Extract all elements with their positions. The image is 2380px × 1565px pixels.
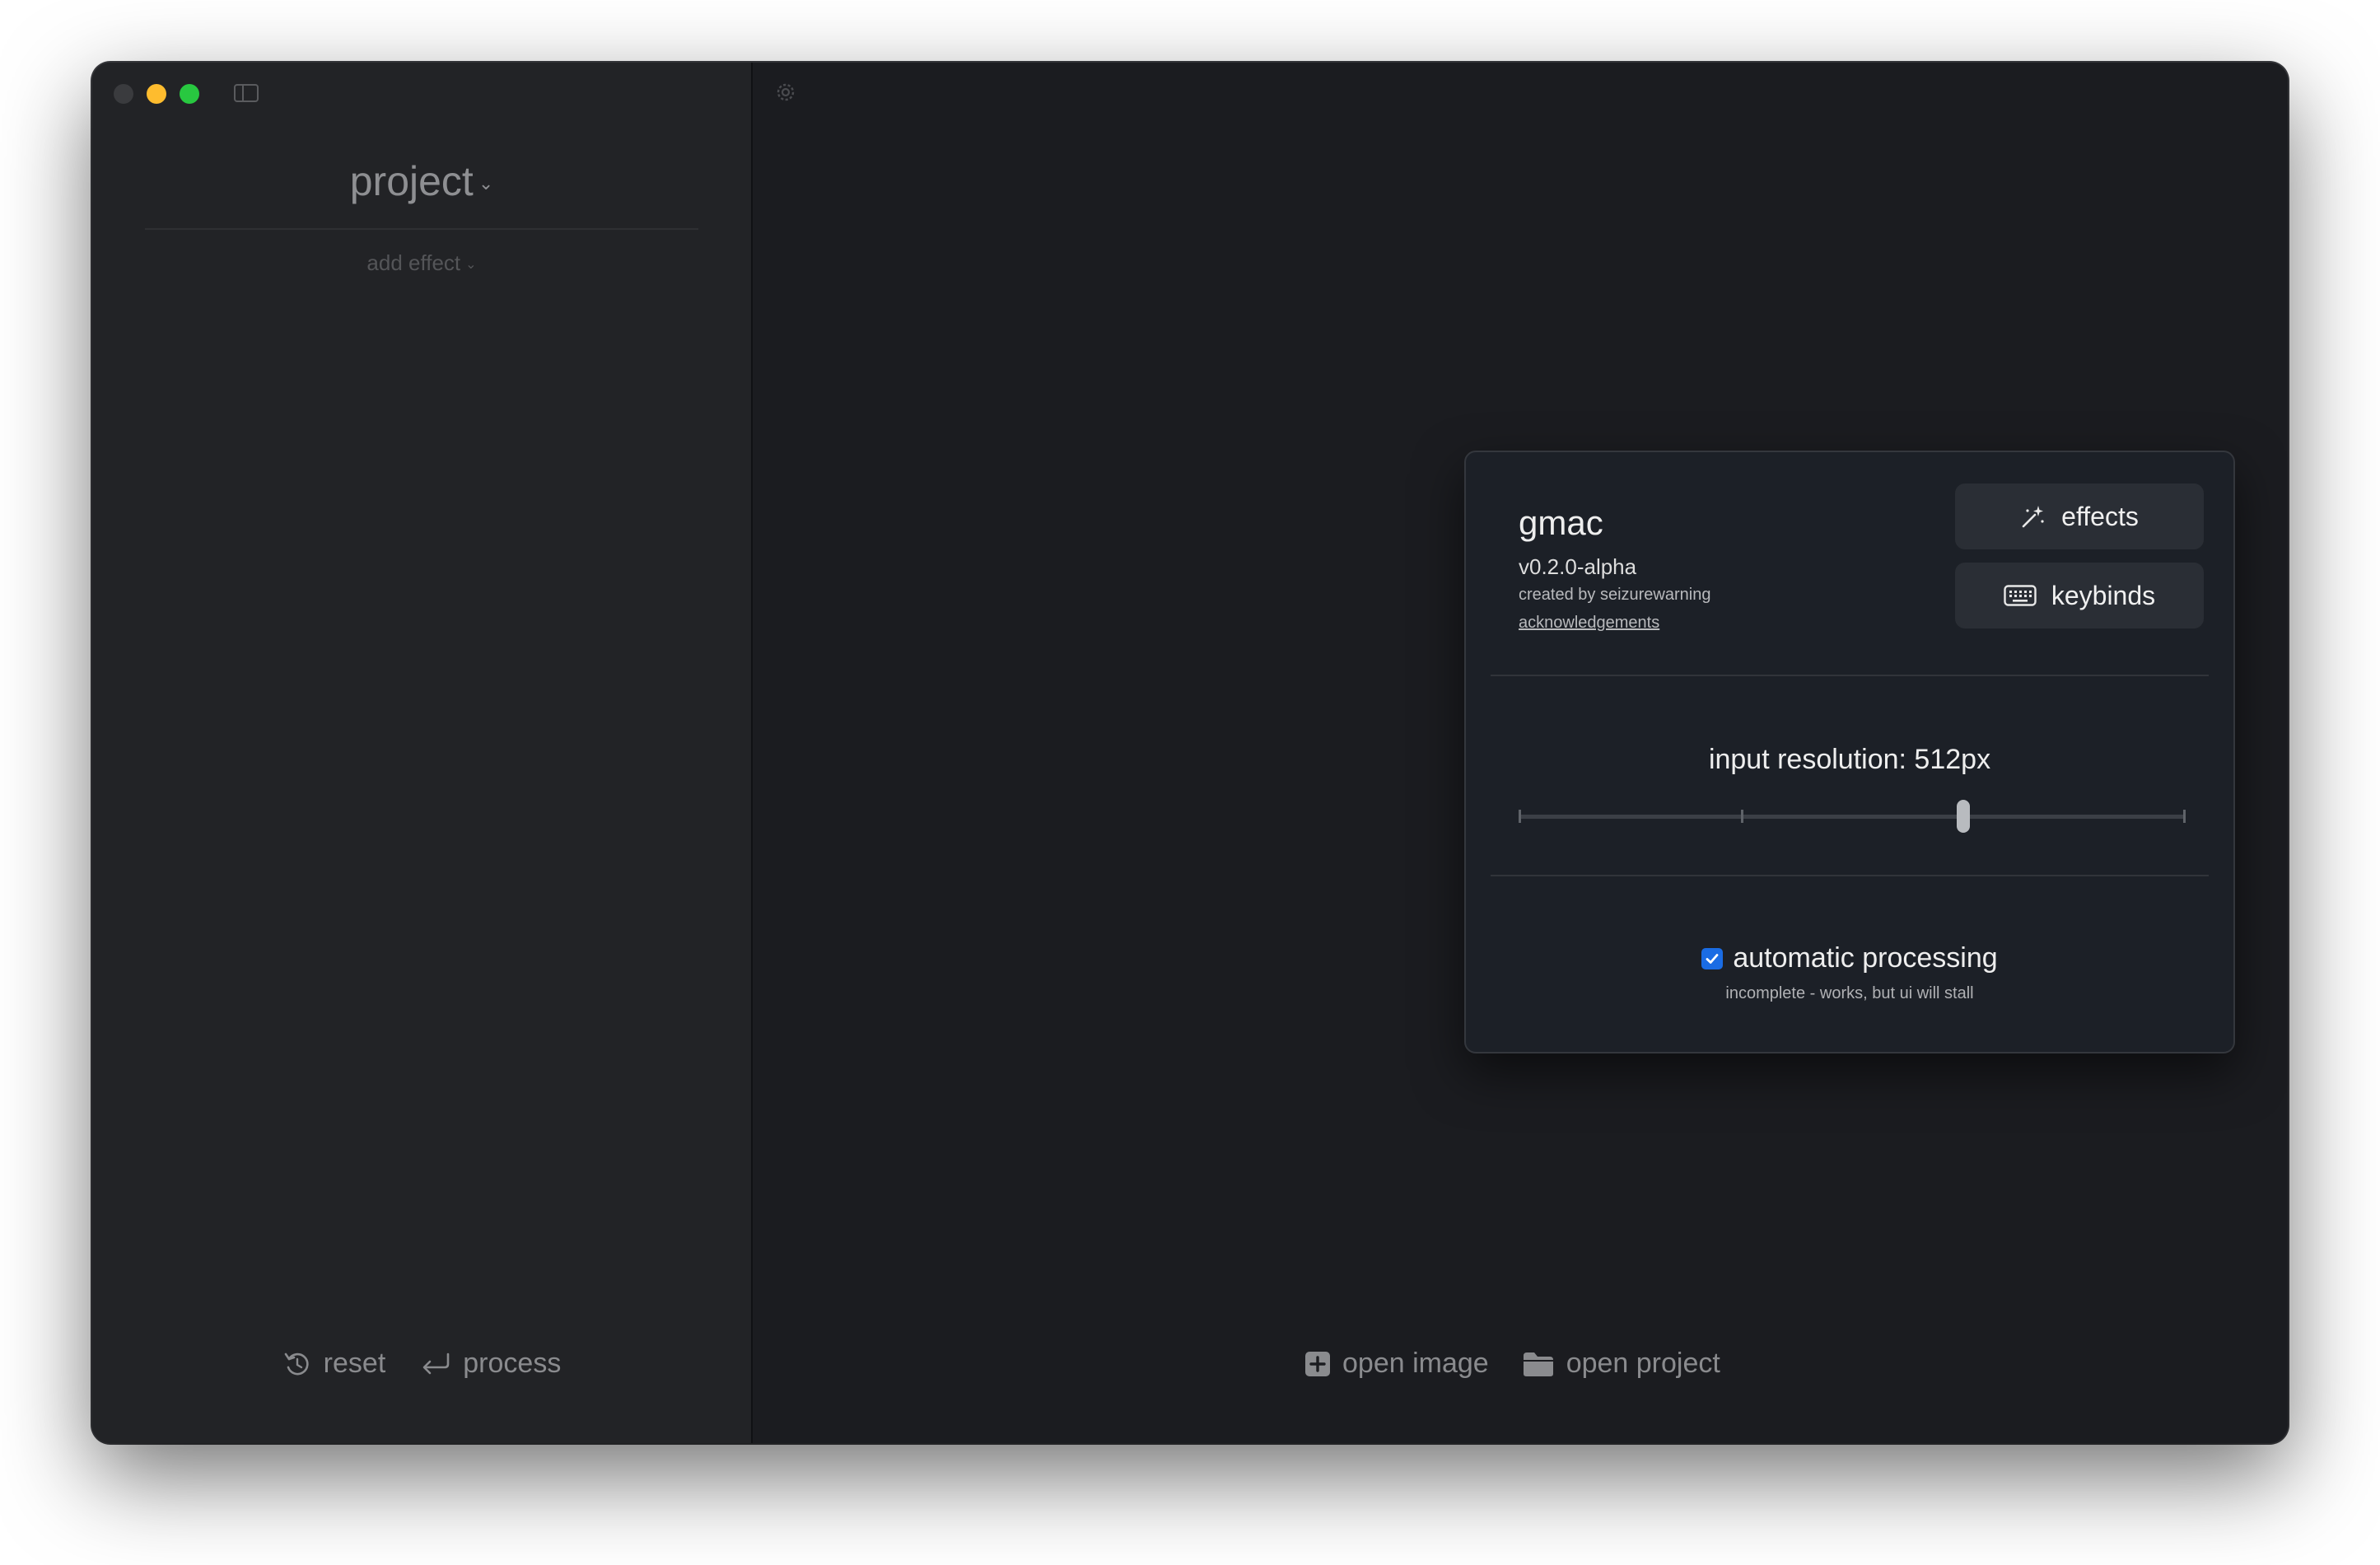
slider-thumb[interactable] xyxy=(1956,800,1970,833)
checkmark-icon xyxy=(1706,953,1719,964)
plus-square-icon xyxy=(1305,1351,1330,1376)
gear-icon[interactable] xyxy=(774,81,797,104)
main-canvas: open image open project gmac v0.2.0-alph… xyxy=(753,63,2288,1443)
app-credit: created by seizurewarning xyxy=(1519,586,1711,604)
counterclockwise-arrow-icon xyxy=(284,1352,309,1375)
app-version: v0.2.0-alpha xyxy=(1519,554,1637,579)
open-project-label: open project xyxy=(1566,1348,1720,1379)
dialog-divider xyxy=(1491,675,2209,676)
close-window-button[interactable] xyxy=(114,84,133,104)
auto-processing-checkbox[interactable] xyxy=(1701,947,1724,969)
slider-tick xyxy=(1740,810,1743,823)
sidebar: project ⌄ add effect ⌄ reset process xyxy=(92,63,753,1443)
app-name: gmac xyxy=(1519,503,1603,542)
resolution-slider[interactable] xyxy=(1519,800,2186,833)
project-label: project xyxy=(349,158,474,204)
open-image-label: open image xyxy=(1342,1348,1489,1379)
auto-processing-row: automatic processing xyxy=(1466,942,2233,974)
magic-wand-icon xyxy=(2022,506,2044,528)
process-button[interactable]: process xyxy=(420,1348,561,1380)
effects-button[interactable]: effects xyxy=(1955,484,2204,549)
dialog-divider xyxy=(1491,875,2209,876)
resolution-label: input resolution: 512px xyxy=(1708,744,1991,775)
auto-processing-label: automatic processing xyxy=(1733,942,1998,974)
sidebar-actions: reset process xyxy=(92,1348,751,1380)
sidebar-divider xyxy=(145,228,698,230)
about-dialog: gmac v0.2.0-alpha created by seizurewarn… xyxy=(1464,451,2235,1053)
acknowledgements-link[interactable]: acknowledgements xyxy=(1519,614,1659,633)
return-arrow-icon xyxy=(422,1352,450,1374)
open-image-button[interactable]: open image xyxy=(1304,1348,1489,1380)
slider-tick xyxy=(2182,810,2186,823)
folder-icon xyxy=(1523,1352,1553,1376)
keybinds-button[interactable]: keybinds xyxy=(1955,563,2204,628)
reset-label: reset xyxy=(323,1348,386,1379)
open-project-button[interactable]: open project xyxy=(1522,1348,1720,1380)
window-controls xyxy=(114,84,199,104)
reset-button[interactable]: reset xyxy=(282,1348,386,1380)
keyboard-icon xyxy=(2004,585,2037,606)
sidebar-toggle-icon[interactable] xyxy=(234,84,259,102)
chevron-down-icon: ⌄ xyxy=(478,173,494,194)
app-window: project ⌄ add effect ⌄ reset process ope… xyxy=(92,63,2288,1443)
process-label: process xyxy=(463,1348,562,1379)
keybinds-label: keybinds xyxy=(2051,580,2156,610)
add-effect-label: add effect xyxy=(366,250,461,275)
auto-processing-note: incomplete - works, but ui will stall xyxy=(1725,984,1974,1002)
chevron-down-icon: ⌄ xyxy=(465,257,477,272)
main-actions: open image open project xyxy=(1304,1348,1720,1380)
minimize-window-button[interactable] xyxy=(147,84,166,104)
project-menu[interactable]: project ⌄ xyxy=(92,157,751,205)
effects-label: effects xyxy=(2061,501,2139,531)
slider-track xyxy=(1519,815,2186,819)
zoom-window-button[interactable] xyxy=(180,84,199,104)
slider-tick xyxy=(1519,810,1521,823)
add-effect-menu[interactable]: add effect ⌄ xyxy=(92,250,751,276)
